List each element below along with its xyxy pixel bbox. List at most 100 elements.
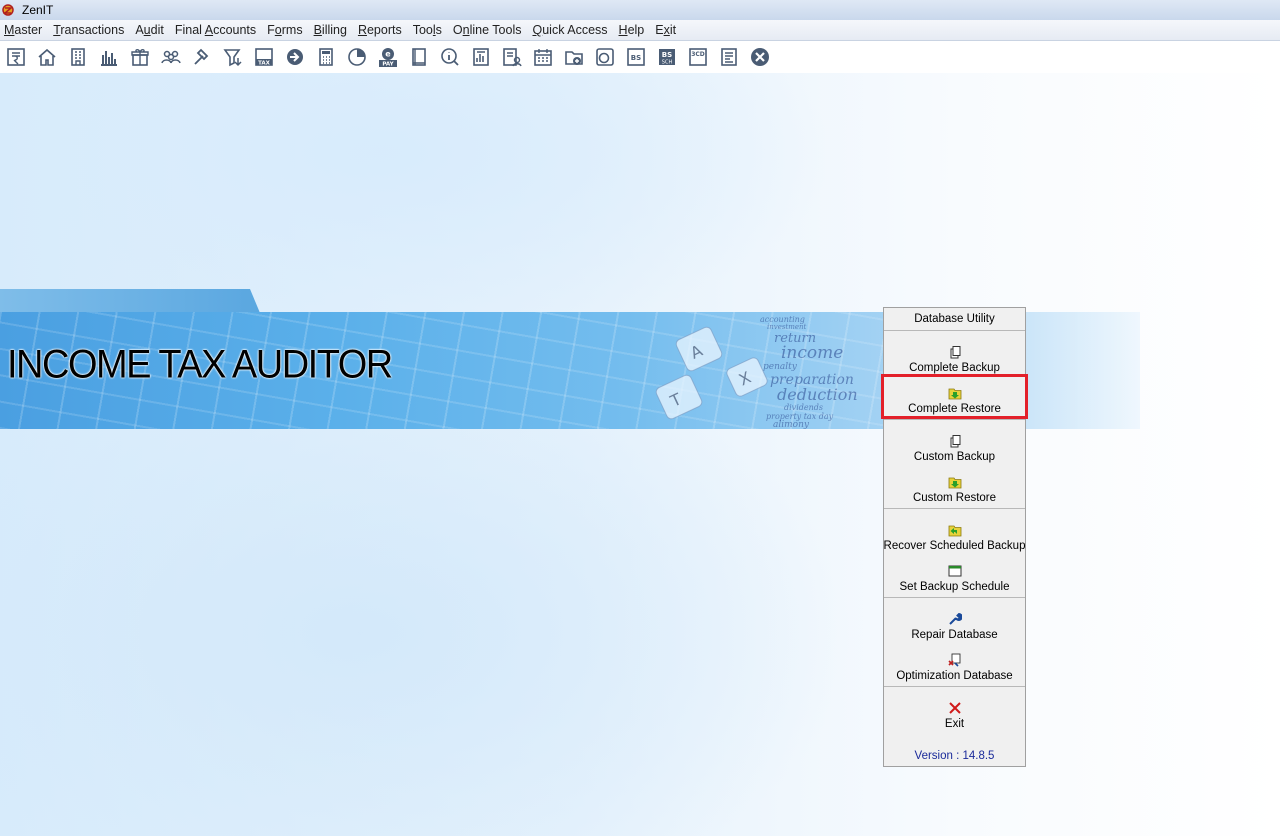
menu-quick-access[interactable]: Quick Access	[528, 20, 614, 40]
toolbar-button-ledger[interactable]	[713, 42, 744, 72]
toolbar-button-calendar[interactable]	[527, 42, 558, 72]
set-backup-schedule-button[interactable]: Set Backup Schedule	[884, 554, 1025, 595]
menu-reports[interactable]: Reports	[354, 20, 409, 40]
menu-audit[interactable]: Audit	[131, 20, 171, 40]
book-icon	[411, 48, 426, 66]
menu-label-part: Too	[412, 23, 433, 37]
menu-label-part: uick Access	[542, 23, 608, 37]
toolbar-button-epay[interactable]: e PAY	[372, 42, 403, 72]
flow-icon	[286, 49, 303, 65]
window-title: ZenIT	[22, 3, 54, 17]
toolbar-button-flow[interactable]	[279, 42, 310, 72]
hammer-icon	[193, 48, 208, 65]
restore-folder-icon	[948, 477, 961, 489]
toolbar-button-tax[interactable]: TAX	[248, 42, 279, 72]
button-label: Custom Restore	[912, 492, 997, 504]
database-utility-panel: Database Utility Complete Backup Complete…	[881, 307, 1028, 767]
toolbar-button-info-search[interactable]	[434, 42, 465, 72]
3cd-icon: 3CD	[688, 48, 707, 66]
optimization-database-button[interactable]: Optimization Database	[884, 643, 1025, 684]
toolbar-button-gift[interactable]	[124, 42, 155, 72]
menu-label-part: rms	[281, 23, 303, 37]
menu-billing[interactable]: Billing	[310, 20, 354, 40]
menu-help[interactable]: Help	[615, 20, 652, 40]
toolbar-button-pie-chart[interactable]	[341, 42, 372, 72]
calculator-icon	[318, 48, 333, 66]
menu-mnemonic: H	[618, 23, 628, 37]
exit-button[interactable]: Exit	[884, 691, 1025, 732]
banner-word: deduction	[777, 385, 858, 405]
button-label: Recover Scheduled Backup	[883, 540, 1026, 552]
toolbar-button-users-group[interactable]	[155, 42, 186, 72]
complete-backup-button[interactable]: Complete Backup	[884, 335, 1025, 376]
svg-text:PAY: PAY	[382, 62, 394, 68]
toolbar-button-bar-chart[interactable]	[93, 42, 124, 72]
banner-word: alimony	[773, 419, 809, 429]
custom-backup-button[interactable]: Custom Backup	[884, 424, 1025, 465]
info-search-icon	[440, 48, 459, 66]
toolbar-button-3cd[interactable]: 3CD	[682, 42, 713, 72]
restore-folder-icon	[948, 388, 961, 400]
building-icon	[70, 48, 85, 66]
toolbar-button-book[interactable]	[403, 42, 434, 72]
report-icon	[472, 48, 489, 66]
menu-mnemonic: B	[313, 23, 322, 37]
menu-exit[interactable]: Exit	[651, 20, 683, 40]
svg-text:3CD: 3CD	[691, 51, 705, 58]
menu-mnemonic: n	[462, 23, 470, 37]
close-circle-icon	[750, 48, 769, 66]
recover-scheduled-backup-button[interactable]: Recover Scheduled Backup	[884, 513, 1025, 554]
workspace-background: A T X accounting investment return income pe…	[0, 73, 1280, 836]
title-bar: ZenIT	[0, 0, 1280, 20]
repair-database-button[interactable]: Repair Database	[884, 602, 1025, 643]
menu-label-part: line Tools	[469, 23, 522, 37]
exit-x-icon	[948, 702, 961, 714]
toolbar-button-filter[interactable]	[217, 42, 248, 72]
toolbar-button-report[interactable]	[465, 42, 496, 72]
toolbar-button-bs-sch[interactable]: BS SCH	[651, 42, 682, 72]
menu-master[interactable]: Master	[0, 20, 49, 40]
database-utility-header: Database Utility	[884, 308, 1025, 331]
button-label: Optimization Database	[896, 670, 1013, 682]
database-utility-group: Custom Backup Custom Restore	[884, 420, 1025, 509]
database-utility-group: Complete Backup Complete Restore	[881, 331, 1028, 420]
toolbar-button-calculator[interactable]	[310, 42, 341, 72]
menu-label-part: aster	[14, 23, 43, 37]
menu-mnemonic: o	[274, 23, 282, 37]
menu-label-part: ccounts	[213, 23, 257, 37]
database-utility-group: Exit	[884, 687, 1025, 734]
menu-forms[interactable]: Forms	[263, 20, 309, 40]
database-utility-group: Recover Scheduled Backup Set Backup Sched…	[884, 509, 1025, 598]
complete-restore-button[interactable]: Complete Restore	[881, 374, 1028, 419]
banner-tab	[0, 289, 260, 313]
menu-mnemonic: A	[204, 23, 214, 37]
calendar-icon	[533, 49, 552, 66]
toolbar-button-chat[interactable]	[589, 42, 620, 72]
menu-online-tools[interactable]: Online Tools	[449, 20, 529, 40]
toolbar-button-bs[interactable]: BS	[620, 42, 651, 72]
filter-icon	[222, 49, 242, 67]
copy-icon	[950, 346, 960, 359]
toolbar-button-user-report[interactable]	[496, 42, 527, 72]
toolbar-button-rupee-voucher[interactable]	[0, 42, 31, 72]
toolbar-button-folder-add[interactable]	[558, 42, 589, 72]
menu-mnemonic: Q	[532, 23, 543, 37]
ledger-icon	[720, 48, 737, 66]
button-label: Exit	[944, 718, 965, 730]
menu-final-accounts[interactable]: Final Accounts	[171, 20, 263, 40]
menu-mnemonic: M	[4, 23, 15, 37]
menu-tools[interactable]: Tools	[409, 20, 449, 40]
svg-text:BS: BS	[630, 54, 640, 62]
button-label: Complete Backup	[909, 362, 1000, 374]
toolbar-button-building[interactable]	[62, 42, 93, 72]
toolbar-button-hammer[interactable]	[186, 42, 217, 72]
folder-add-icon	[564, 51, 583, 65]
menu-label-part: elp	[627, 23, 645, 37]
chat-icon	[595, 48, 614, 66]
toolbar-button-home[interactable]	[31, 42, 62, 72]
menu-transactions[interactable]: Transactions	[49, 20, 131, 40]
banner-title: INCOME TAX AUDITOR	[7, 342, 393, 388]
toolbar-button-close-circle[interactable]	[744, 42, 775, 72]
custom-restore-button[interactable]: Custom Restore	[884, 465, 1025, 506]
rupee-voucher-icon	[6, 48, 25, 66]
